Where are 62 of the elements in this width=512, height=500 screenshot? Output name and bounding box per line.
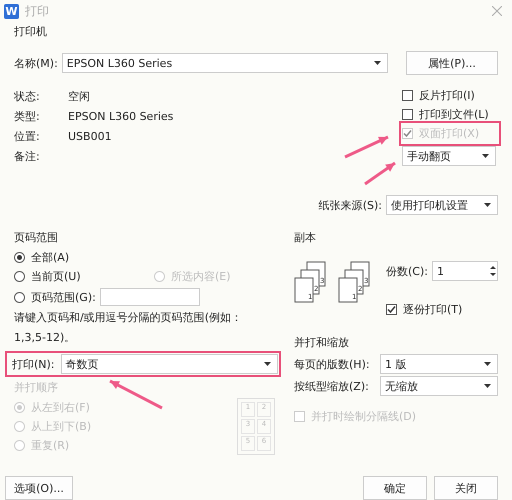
radio-label: 页码范围(G): [31,290,96,304]
print-select[interactable]: 奇数页 [60,354,278,374]
checkbox-label: 并打时绘制分隔线(D) [311,409,416,424]
caret-icon [484,362,491,366]
section-heading: 并打和缩放 [294,335,349,351]
dialog-button[interactable]: 确定 [363,476,427,500]
spin-arrows-icon[interactable] [488,264,497,278]
radio-label: 所选内容(E) [171,269,231,284]
radio-button[interactable] [14,252,25,263]
caret-icon [484,384,491,388]
field-label: 打印(N): [11,356,55,372]
caret-icon [264,362,271,366]
checkbox-label: 逐份打印(T) [403,302,462,317]
radio-button[interactable] [14,271,25,282]
section-heading: 副本 [294,230,316,246]
checkbox[interactable] [402,90,413,101]
checkbox-label: 反片打印(I) [419,88,475,103]
hint-text: 请键入页码和/或用逗号分隔的页码范围(例如：1,3,5-12)。 [14,310,243,346]
caret-icon [374,61,381,65]
checkbox-label: 打印到文件(L) [419,107,489,122]
caret-icon [484,203,491,207]
info-label: 类型: [14,108,41,124]
checkbox[interactable] [386,304,397,315]
page-range-field[interactable] [100,288,200,306]
field-label: 名称(M): [14,56,58,70]
options-button[interactable]: 选项(O)... [5,476,73,500]
annotation-arrow [344,136,389,158]
scale-select[interactable]: 无缩放 [380,376,498,396]
info-value: 空闲 [68,88,90,104]
checkbox-label: 双面打印(X) [419,126,480,141]
checkbox[interactable] [402,109,413,120]
section-heading: 并打顺序 [14,380,58,396]
field-label: 按纸型缩放(Z): [294,378,369,394]
radio-label: 从上到下(B) [31,419,92,434]
radio-button[interactable] [14,292,25,302]
annotation-arrow [109,380,163,410]
field-label: 每页的版数(H): [294,356,370,372]
info-label: 位置: [14,128,41,144]
annotation-arrow [364,162,396,186]
paper-source-select[interactable]: 使用打印机设置 [386,195,498,215]
window-title: 打印 [25,2,50,20]
info-value: EPSON L360 Series [68,110,174,122]
radio-label: 当前页(U) [31,269,81,284]
section-heading: 打印机 [14,24,47,40]
info-value: USB001 [68,130,112,142]
section-heading: 页码范围 [14,230,58,246]
caret-icon [482,154,489,158]
radio-label: 重复(R) [31,438,70,453]
copies-spinbox[interactable]: 1 [432,261,498,281]
close-icon[interactable] [492,6,502,16]
pages-per-sheet-select[interactable]: 1 版 [380,354,498,374]
properties-button[interactable]: 属性(P)... [406,51,498,75]
info-label: 备注: [14,148,41,164]
field-label: 份数(C): [386,264,428,278]
info-label: 状态: [14,88,41,104]
app-logo-icon: W [4,4,19,18]
radio-label: 从左到右(F) [31,400,90,415]
field-label: 纸张来源(S): [318,198,382,212]
dialog-button[interactable]: 关闭 [434,476,498,500]
radio-label: 全部(A) [31,250,70,265]
printer-select[interactable]: EPSON L360 Series [62,53,388,73]
duplex-mode-select[interactable]: 手动翻页 [402,146,496,166]
